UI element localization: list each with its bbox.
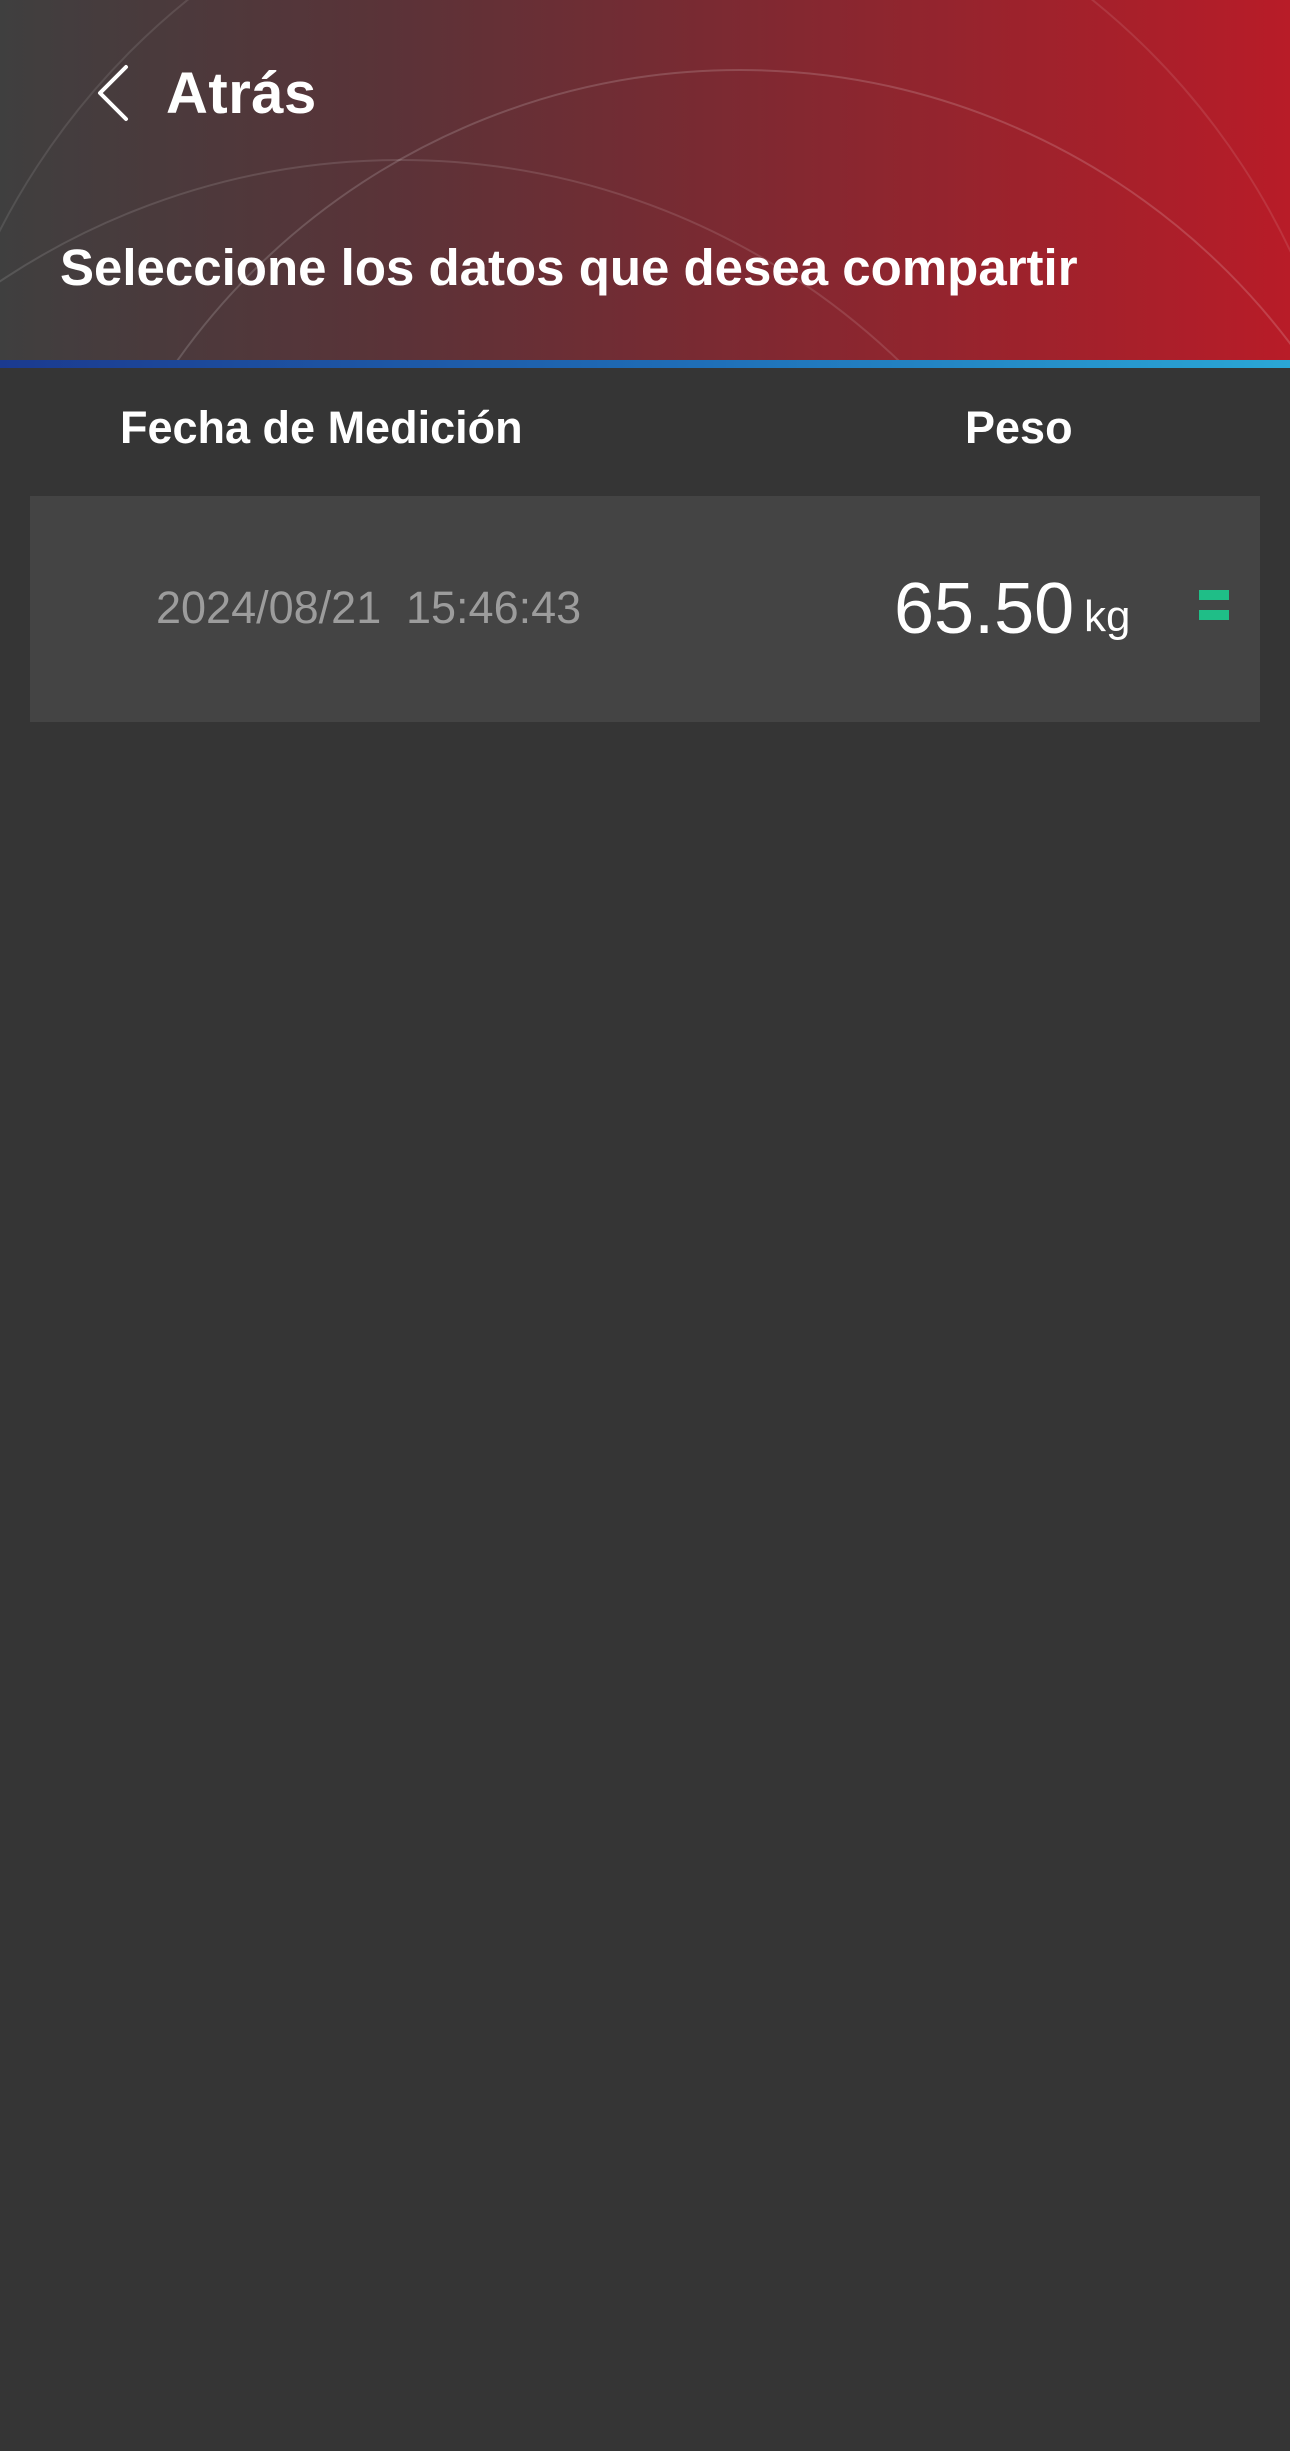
measurement-row[interactable]: 2024/08/21 15:46:43 65.50 kg [30,496,1260,722]
column-headers: Fecha de Medición Peso [0,368,1290,496]
weight-unit: kg [1084,592,1131,641]
measurement-time: 15:46:43 [406,582,582,633]
page-title: Seleccione los datos que desea compartir [60,239,1078,296]
header-divider [0,360,1290,368]
decorative-arcs [0,0,1290,360]
measurement-date: 2024/08/21 [156,582,382,633]
back-button[interactable]: Atrás [96,58,317,128]
back-label: Atrás [166,60,317,126]
measurement-weight: 65.50 [894,569,1075,649]
header-banner: Atrás Seleccione los datos que desea com… [0,0,1290,360]
equal-icon [1199,590,1229,620]
column-header-date: Fecha de Medición [120,402,523,453]
chevron-left-icon [98,65,128,121]
column-header-weight: Peso [965,402,1073,453]
